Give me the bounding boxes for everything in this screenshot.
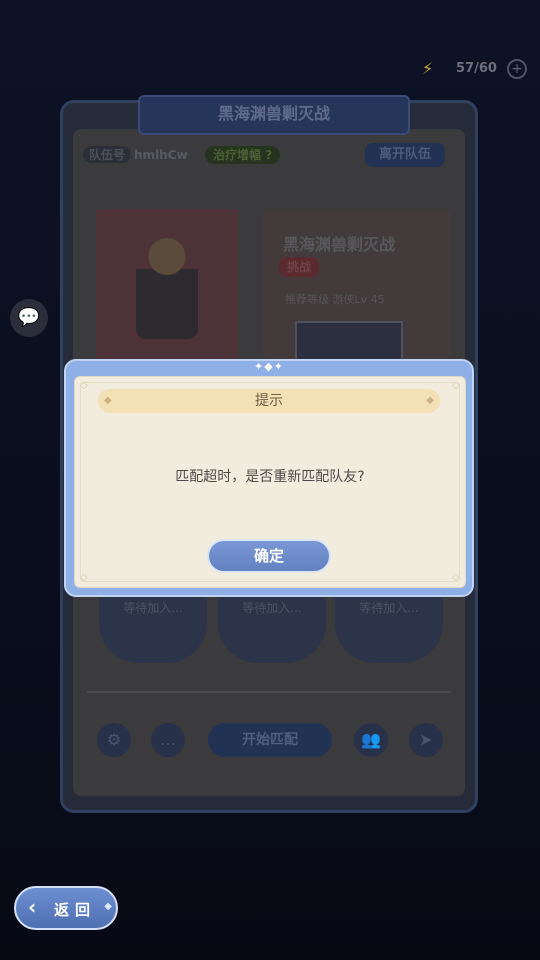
diamond-icon: ◆: [104, 395, 112, 406]
slot-status: 等待加入...: [123, 601, 183, 615]
diamond-ornament-icon: ◆: [104, 901, 112, 912]
dialog-title-bar: ◆ 提示 ◆: [98, 389, 440, 413]
confirm-button[interactable]: 确定: [207, 539, 331, 573]
slot-status: 等待加入...: [359, 601, 419, 615]
player-portrait[interactable]: [96, 209, 238, 359]
lightning-icon: ⚡: [422, 59, 434, 78]
panel-title: 黑海渊兽剿灭战: [138, 95, 410, 135]
leave-team-button[interactable]: 离开队伍: [365, 143, 445, 167]
dialog-title: 提示: [255, 393, 283, 409]
start-matching-button[interactable]: 开始匹配: [208, 723, 332, 757]
help-icon[interactable]: ?: [265, 148, 272, 162]
diamond-icon: ◆: [426, 395, 434, 406]
corner-ornament-icon: ◇: [80, 572, 88, 583]
character-avatar: [136, 229, 198, 339]
energy-bar: ⚡ 57/60 +: [420, 58, 530, 80]
dialog-message: 匹配超时，是否重新匹配队友?: [175, 469, 365, 485]
boss-name: 黑海渊兽剿灭战: [283, 235, 396, 254]
back-button[interactable]: ‹ 返回 ◆: [14, 886, 118, 930]
recommended-level: 推荐等级 游侠Lv 45: [285, 293, 385, 306]
back-label: 返回: [54, 901, 97, 919]
divider: [87, 691, 451, 693]
corner-ornament-icon: ◇: [80, 380, 88, 391]
boss-thumbnail: [295, 321, 403, 363]
challenge-badge: 挑战: [279, 257, 320, 277]
heal-boost-label: 治疗增幅: [213, 148, 262, 162]
chat-bubble-icon[interactable]: 💬: [10, 299, 48, 337]
settings-gear-icon[interactable]: ⚙: [97, 723, 131, 757]
boss-card: 黑海渊兽剿灭战 挑战 推荐等级 游侠Lv 45: [263, 209, 451, 363]
ornament-icon: ✦◆✦: [254, 360, 284, 373]
team-id: 队伍号 hmlhCw: [83, 146, 188, 166]
back-arrow-icon: ‹: [28, 895, 37, 919]
member-slot[interactable]: 等待加入...: [335, 593, 443, 663]
friends-icon[interactable]: 👥: [354, 723, 388, 757]
team-id-label: 队伍号: [83, 146, 132, 163]
member-slot[interactable]: 等待加入...: [99, 593, 207, 663]
member-slot[interactable]: 等待加入...: [218, 593, 326, 663]
energy-count: 57/60: [456, 61, 497, 76]
add-energy-icon[interactable]: +: [507, 59, 527, 79]
heal-boost-tag[interactable]: 治疗增幅 ?: [205, 146, 281, 164]
slot-status: 等待加入...: [242, 601, 302, 615]
corner-ornament-icon: ◇: [452, 380, 460, 391]
chat-icon[interactable]: …: [151, 723, 185, 757]
corner-ornament-icon: ◇: [452, 572, 460, 583]
team-id-value: hmlhCw: [134, 148, 188, 162]
share-send-icon[interactable]: ➤: [409, 723, 443, 757]
